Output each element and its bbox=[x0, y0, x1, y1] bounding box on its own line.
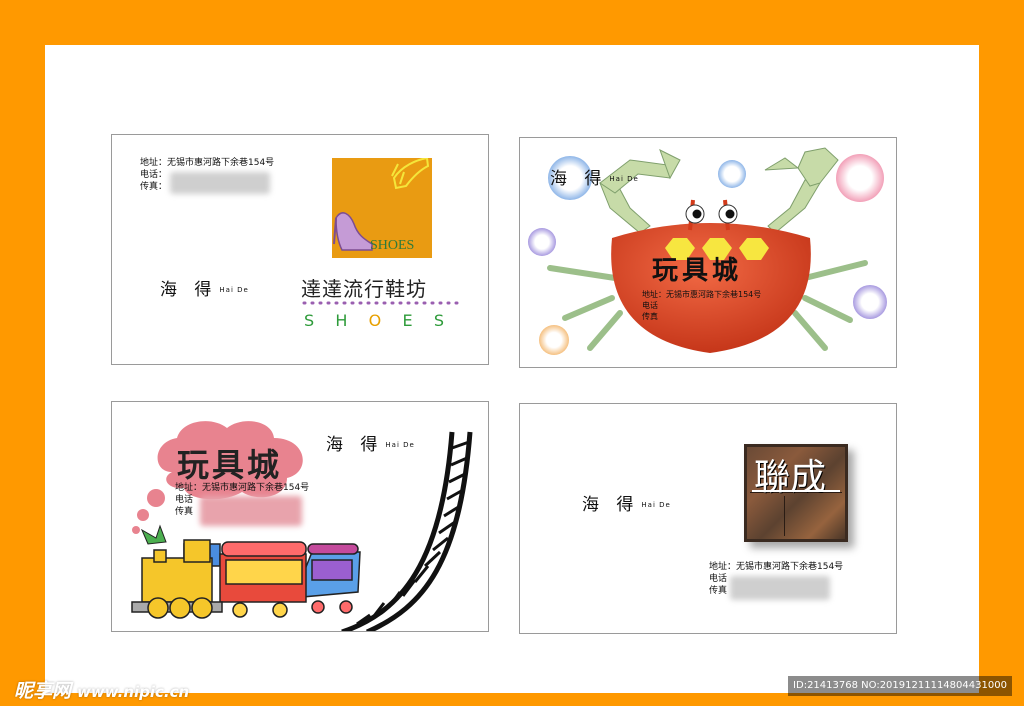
contact-info: 地址：无锡市惠河路下余巷154号 电话 传真 bbox=[642, 289, 761, 322]
store-name: 達達流行鞋坊 bbox=[301, 277, 427, 301]
address-text: 地址：无锡市惠河路下余巷154号 bbox=[175, 483, 310, 493]
dotted-divider bbox=[302, 301, 462, 305]
business-card-shoes: 地址：无锡市惠河路下余巷154号 电话： 传真： SHOES 海 得 Hai De… bbox=[111, 134, 489, 365]
brand-name: 海 得 Hai De bbox=[582, 490, 671, 515]
site-watermark: 昵享网 www.nipic.cn bbox=[14, 676, 189, 703]
shoes-letter: S bbox=[433, 311, 444, 330]
toy-store-title: 玩具城 bbox=[652, 256, 743, 286]
liancheng-logo-text: 聯成 bbox=[754, 457, 827, 498]
address-text: 地址：无锡市惠河路下余巷154号 bbox=[642, 290, 762, 299]
brand-chinese: 海 得 bbox=[326, 435, 384, 455]
blurred-contact bbox=[170, 172, 270, 194]
brand-chinese: 海 得 bbox=[550, 169, 608, 189]
brand-name: 海 得 Hai De bbox=[160, 275, 249, 300]
blurred-contact bbox=[200, 496, 302, 526]
liancheng-logo: 聯成 bbox=[744, 444, 848, 542]
image-id-watermark: ID:21413768 NO:20191211114804431000 bbox=[788, 676, 1012, 696]
address-text: 地址：无锡市惠河路下余巷154号 bbox=[140, 158, 275, 168]
business-card-train: 玩具城 海 得 Hai De 地址：无锡市惠河路下余巷154号 电话 传真 bbox=[111, 401, 489, 632]
shoes-letter: O bbox=[368, 311, 382, 330]
toy-store-title: 玩具城 bbox=[177, 446, 283, 484]
shoes-letter: S bbox=[304, 311, 315, 330]
brand-pinyin: Hai De bbox=[609, 175, 639, 183]
shoes-letter: H bbox=[335, 311, 348, 330]
business-card-crab: 海 得 Hai De 玩具城 地址：无锡市惠河路下余巷154号 电话 传真 bbox=[519, 137, 897, 368]
page: { "colors":{"frame":"#ff9900","sheet":"#… bbox=[0, 0, 1024, 706]
brand-chinese: 海 得 bbox=[160, 280, 218, 300]
brand-pinyin: Hai De bbox=[385, 441, 415, 449]
shoes-logo-text: SHOES bbox=[370, 238, 415, 253]
site-url: www.nipic.cn bbox=[77, 683, 190, 701]
brand-pinyin: Hai De bbox=[219, 286, 249, 294]
shoe-logo-box: SHOES bbox=[332, 156, 432, 258]
brand-pinyin: Hai De bbox=[641, 501, 671, 509]
blurred-contact bbox=[730, 576, 830, 600]
address-text: 地址：无锡市惠河路下余巷154号 bbox=[709, 562, 844, 572]
phone-label: 电话 bbox=[642, 301, 658, 310]
brand-name: 海 得 Hai De bbox=[326, 430, 415, 455]
business-card-liancheng: 聯成 海 得 Hai De 地址：无锡市惠河路下余巷154号 电话 传真 bbox=[519, 403, 897, 634]
fax-label: 传真 bbox=[642, 312, 658, 321]
shoes-letters: S H O E S bbox=[304, 311, 444, 330]
shoes-letter: E bbox=[402, 311, 413, 330]
brand-name: 海 得 Hai De bbox=[550, 164, 639, 189]
brand-chinese: 海 得 bbox=[582, 495, 640, 515]
site-logo: 昵享网 bbox=[14, 680, 72, 702]
